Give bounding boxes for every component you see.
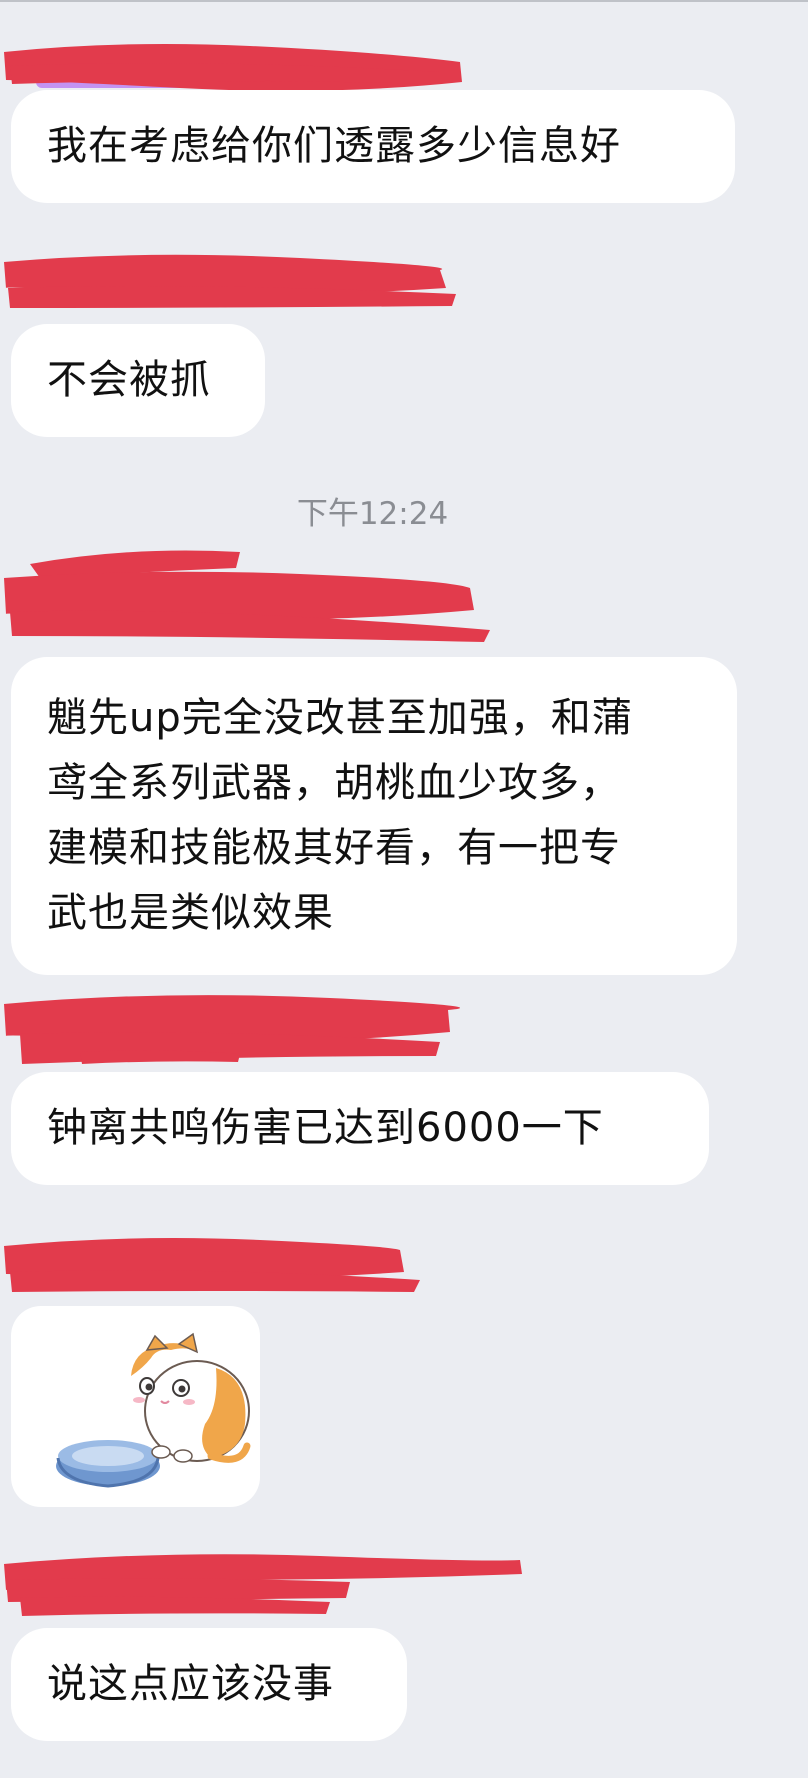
- message-text-line: 建模和技能极其好看，有一把专: [47, 825, 621, 871]
- sticker-message[interactable]: [11, 1306, 260, 1507]
- message-bubble[interactable]: 我在考虑给你们透露多少信息好: [11, 90, 735, 203]
- message-bubble[interactable]: 钟离共鸣伤害已达到6000一下: [11, 1072, 709, 1185]
- message-text-line: 魈先up完全没改甚至加强，和蒲: [47, 695, 633, 741]
- message-text-line: 武也是类似效果: [47, 890, 334, 936]
- redaction-scribble: [4, 550, 490, 642]
- message-text: 钟离共鸣伤害已达到6000一下: [47, 1105, 604, 1151]
- top-divider: [0, 0, 808, 2]
- message-text-line: 鸢全系列武器，胡桃血少攻多，: [47, 760, 621, 806]
- message-text: 不会被抓: [47, 357, 211, 403]
- message-bubble[interactable]: 说这点应该没事: [11, 1628, 407, 1741]
- cat-with-bowl-sticker-icon: [56, 1332, 251, 1488]
- message-bubble[interactable]: 不会被抓: [11, 324, 265, 437]
- redaction-scribble: [4, 254, 456, 308]
- message-timestamp: 下午12:24: [296, 496, 449, 532]
- redaction-scribble: [4, 995, 460, 1064]
- redaction-scribble: [4, 1554, 522, 1616]
- message-bubble[interactable]: 魈先up完全没改甚至加强，和蒲 鸢全系列武器，胡桃血少攻多， 建模和技能极其好看…: [11, 657, 737, 975]
- redaction-scribble: [4, 1238, 420, 1292]
- message-text: 说这点应该没事: [47, 1661, 334, 1707]
- message-text: 我在考虑给你们透露多少信息好: [47, 123, 621, 169]
